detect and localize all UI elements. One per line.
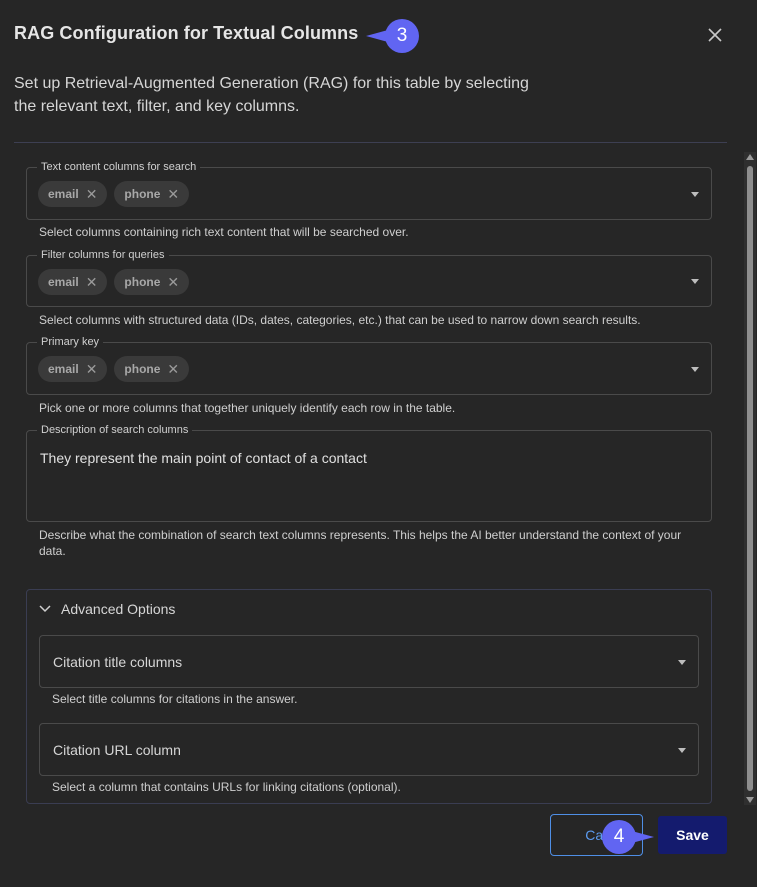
step-marker-4: 4	[602, 820, 654, 854]
x-icon[interactable]: ✕	[86, 187, 98, 201]
caret-down-icon[interactable]	[691, 279, 699, 284]
filter-columns-select[interactable]: Filter columns for queries email ✕ phone…	[26, 248, 712, 307]
citation-url-helper: Select a column that contains URLs for l…	[52, 780, 401, 794]
citation-title-placeholder: Citation title columns	[53, 654, 183, 670]
primary-key-select[interactable]: Primary key email ✕ phone ✕	[26, 335, 712, 395]
scroll-up-icon[interactable]	[746, 154, 754, 160]
close-button[interactable]	[703, 23, 727, 47]
description-textarea[interactable]: Description of search columns They repre…	[26, 423, 712, 522]
citation-url-select[interactable]: Citation URL column	[39, 723, 699, 776]
step-marker-3: 3	[366, 19, 419, 53]
chip-list: email ✕ phone ✕	[38, 181, 190, 207]
caret-down-icon[interactable]	[678, 747, 686, 753]
x-icon[interactable]: ✕	[167, 275, 179, 289]
citation-title-select[interactable]: Citation title columns	[39, 635, 699, 688]
x-icon[interactable]: ✕	[167, 187, 179, 201]
chip-label: email	[48, 187, 79, 201]
filter-columns-label: Filter columns for queries	[37, 248, 169, 262]
dialog-title: RAG Configuration for Textual Columns	[14, 23, 359, 43]
primary-key-helper: Pick one or more columns that together u…	[39, 401, 456, 415]
advanced-options-toggle[interactable]: Advanced Options	[39, 601, 175, 617]
x-icon[interactable]: ✕	[86, 275, 98, 289]
caret-down-icon[interactable]	[691, 191, 699, 197]
chip-email: email ✕	[38, 269, 108, 295]
description-label: Description of search columns	[37, 423, 193, 437]
citation-url-placeholder: Citation URL column	[53, 742, 181, 758]
chip-phone: phone ✕	[114, 269, 190, 295]
advanced-options-title: Advanced Options	[61, 601, 176, 617]
rag-config-dialog: RAG Configuration for Textual Columns 3 …	[0, 0, 757, 887]
text-content-columns-helper: Select columns containing rich text cont…	[39, 225, 409, 239]
dialog-content: Text content columns for search email ✕ …	[14, 150, 742, 810]
chip-phone: phone ✕	[114, 356, 190, 382]
caret-down-icon[interactable]	[678, 659, 686, 665]
caret-down-icon[interactable]	[691, 366, 699, 372]
description-value[interactable]: They represent the main point of contact…	[40, 450, 367, 466]
text-content-columns-select[interactable]: Text content columns for search email ✕ …	[26, 160, 712, 220]
chip-list: email ✕ phone ✕	[38, 269, 190, 295]
chip-email: email ✕	[38, 356, 108, 382]
description-helper: Describe what the combination of search …	[39, 528, 682, 558]
x-icon[interactable]: ✕	[167, 362, 179, 376]
chip-phone: phone ✕	[114, 181, 190, 207]
scrollbar-thumb[interactable]	[747, 166, 753, 791]
chip-label: email	[48, 275, 79, 289]
advanced-options-panel: Advanced Options Citation title columns …	[26, 589, 712, 804]
chip-email: email ✕	[38, 181, 108, 207]
chip-label: phone	[124, 362, 161, 376]
chip-label: phone	[124, 275, 161, 289]
text-content-columns-label: Text content columns for search	[37, 160, 201, 174]
x-icon[interactable]: ✕	[86, 362, 98, 376]
dialog-subtitle: Set up Retrieval-Augmented Generation (R…	[14, 75, 529, 115]
citation-title-helper: Select title columns for citations in th…	[52, 692, 298, 706]
save-button[interactable]: Save	[658, 816, 727, 854]
header-divider	[14, 142, 727, 143]
chevron-down-icon	[39, 605, 51, 613]
content-scrollbar[interactable]	[744, 152, 756, 805]
chip-label: phone	[124, 187, 161, 201]
filter-columns-helper: Select columns with structured data (IDs…	[39, 313, 641, 327]
primary-key-label: Primary key	[37, 335, 104, 349]
scroll-down-icon[interactable]	[746, 797, 754, 803]
chip-label: email	[48, 362, 79, 376]
chip-list: email ✕ phone ✕	[38, 356, 190, 382]
close-icon	[708, 28, 722, 42]
